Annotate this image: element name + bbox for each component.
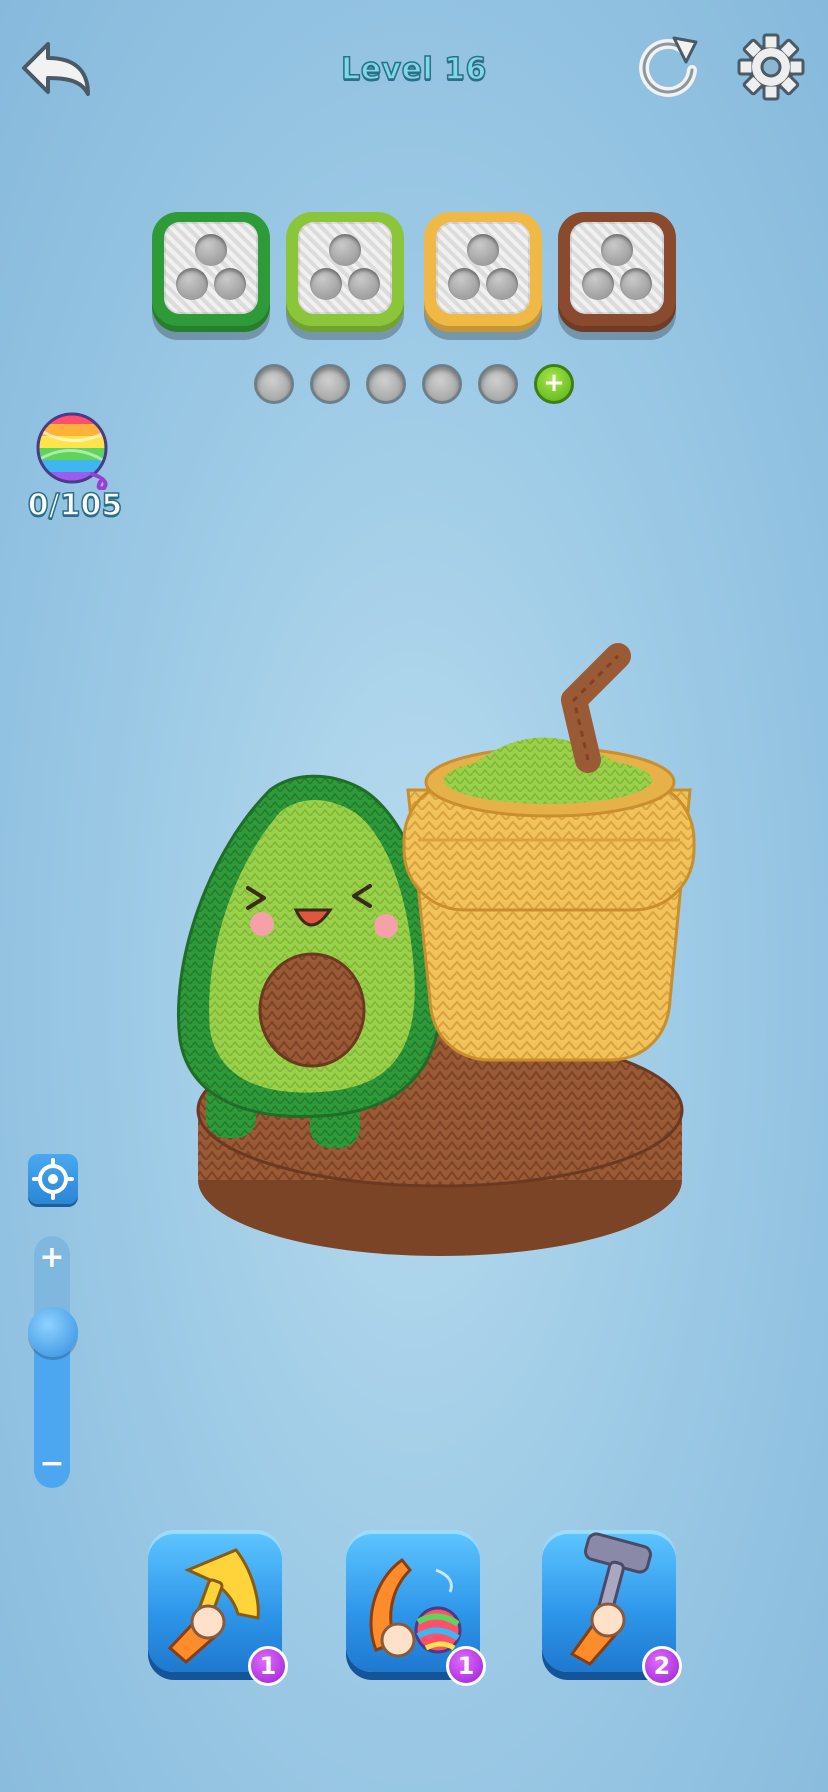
slot-pegboard: [298, 222, 392, 314]
booster-yarn-throw-button[interactable]: 1: [346, 1530, 486, 1686]
booster-shaver-button[interactable]: 2: [542, 1530, 682, 1686]
slot-hole: [486, 268, 518, 300]
slot-hole: [467, 234, 499, 266]
booster-hammer-button[interactable]: 1: [148, 1530, 288, 1686]
yarn-ball-icon: [36, 412, 108, 491]
queue-slot: [478, 364, 518, 404]
settings-button[interactable]: [736, 32, 806, 102]
slot-hole: [620, 268, 652, 300]
queue-slot: [366, 364, 406, 404]
recenter-button[interactable]: [28, 1154, 78, 1204]
booster-count-badge: 2: [642, 1646, 682, 1686]
booster-count-badge: 1: [446, 1646, 486, 1686]
queue-slot: [310, 364, 350, 404]
slot-hole: [582, 268, 614, 300]
yarn-slot-yellow[interactable]: [424, 212, 542, 332]
restart-icon: [639, 36, 698, 97]
slot-hole: [329, 234, 361, 266]
target-icon: [32, 1158, 74, 1200]
slot-pegboard: [164, 222, 258, 314]
avocado-smoothie-model: [176, 643, 696, 1256]
slot-hole: [348, 268, 380, 300]
zoom-out-icon[interactable]: −: [34, 1446, 70, 1481]
queue-slot: [422, 364, 462, 404]
yarn-count: 0/105: [27, 487, 123, 524]
slot-hole: [214, 268, 246, 300]
yarn-slot-green[interactable]: [152, 212, 270, 332]
slot-hole: [176, 268, 208, 300]
booster-count-badge: 1: [248, 1646, 288, 1686]
zoom-in-icon[interactable]: +: [34, 1240, 70, 1275]
zoom-slider-handle[interactable]: [28, 1306, 78, 1357]
add-queue-slot-button[interactable]: +: [534, 364, 574, 404]
knitted-model[interactable]: [170, 640, 710, 1280]
queue-slot: [254, 364, 294, 404]
slot-hole: [310, 268, 342, 300]
slot-hole: [195, 234, 227, 266]
yarn-slot-lime[interactable]: [286, 212, 404, 332]
gear-icon: [737, 33, 805, 101]
yarn-slot-brown[interactable]: [558, 212, 676, 332]
slot-pegboard: [436, 222, 530, 314]
slot-hole: [448, 268, 480, 300]
restart-button[interactable]: [634, 32, 704, 102]
slot-pegboard: [570, 222, 664, 314]
plus-icon: +: [543, 368, 565, 398]
yarn-counter: [30, 410, 120, 491]
slot-hole: [601, 234, 633, 266]
